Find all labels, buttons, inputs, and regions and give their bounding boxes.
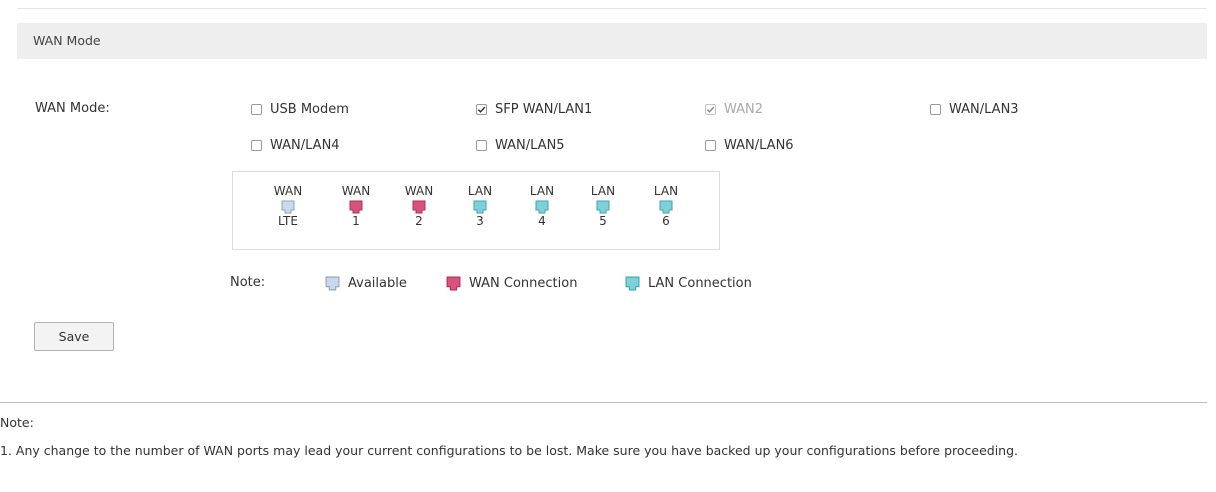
- checkbox-wan-lan5[interactable]: [476, 139, 487, 151]
- panel-header: WAN Mode: [17, 23, 1207, 59]
- note-divider: [0, 402, 1207, 403]
- wan-mode-label: WAN Mode:: [35, 101, 110, 116]
- port-status-diagram: WAN LTE WAN 1 WAN 2 LAN 3 LAN 4 LAN 5 LA…: [232, 171, 720, 250]
- port-type-label: LAN: [529, 184, 555, 198]
- option-label-wan-lan3: WAN/LAN3: [949, 101, 1019, 117]
- port-type-label: WAN: [404, 184, 434, 198]
- ethernet-port-lan-icon: [473, 200, 487, 214]
- port-4: LAN 4: [522, 185, 562, 228]
- ethernet-port-lan-icon: [659, 200, 673, 214]
- port-number-label: LTE: [278, 214, 298, 228]
- port-type-label: LAN: [467, 184, 493, 198]
- option-wan-lan4[interactable]: WAN/LAN4: [251, 137, 340, 153]
- checkbox-wan-lan6[interactable]: [705, 139, 716, 151]
- port-number-label: 1: [352, 214, 360, 228]
- checkbox-wan-lan4[interactable]: [251, 139, 262, 151]
- checkbox-wan-lan3[interactable]: [930, 103, 941, 115]
- ethernet-port-lan-icon: [535, 200, 549, 214]
- checkbox-wan2: [705, 103, 716, 115]
- legend-available-label: Available: [348, 275, 407, 291]
- option-label-wan-lan4: WAN/LAN4: [270, 137, 340, 153]
- legend-lan: LAN Connection: [625, 274, 752, 292]
- port-number-label: 6: [662, 214, 670, 228]
- ethernet-port-lan-icon: [596, 200, 610, 214]
- option-label-usb-modem: USB Modem: [270, 101, 349, 117]
- option-label-wan2: WAN2: [724, 101, 764, 117]
- legend-available: Available: [325, 274, 407, 292]
- legend-wan: WAN Connection: [446, 274, 577, 292]
- port-type-label: WAN: [341, 184, 371, 198]
- port-6: LAN 6: [646, 185, 686, 228]
- port-lan-legend-icon: [625, 276, 640, 290]
- option-label-wan-lan6: WAN/LAN6: [724, 137, 794, 153]
- option-usb-modem[interactable]: USB Modem: [251, 101, 349, 117]
- port-3: LAN 3: [460, 185, 500, 228]
- port-5: LAN 5: [583, 185, 623, 228]
- port-available-legend-icon: [325, 276, 340, 290]
- panel-title: WAN Mode: [33, 33, 101, 48]
- wan-mode-panel: WAN Mode WAN Mode: USB Modem SFP WAN/LAN…: [17, 8, 1207, 396]
- legend-wan-label: WAN Connection: [469, 275, 578, 291]
- port-2: WAN 2: [399, 185, 439, 228]
- checkbox-sfp-wan-lan1[interactable]: [476, 103, 487, 115]
- ethernet-port-wan-icon: [412, 200, 426, 214]
- port-type-label: LAN: [590, 184, 616, 198]
- port-number-label: 3: [476, 214, 484, 228]
- ethernet-port-wan-icon: [349, 200, 363, 214]
- option-label-wan-lan5: WAN/LAN5: [495, 137, 565, 153]
- save-button[interactable]: Save: [34, 322, 114, 351]
- option-sfp-wan-lan1[interactable]: SFP WAN/LAN1: [476, 101, 592, 117]
- option-wan-lan5[interactable]: WAN/LAN5: [476, 137, 565, 153]
- port-1: WAN 1: [336, 185, 376, 228]
- port-type-label: WAN: [273, 184, 303, 198]
- option-wan2: WAN2: [705, 101, 763, 117]
- option-wan-lan3[interactable]: WAN/LAN3: [930, 101, 1019, 117]
- legend-note-label: Note:: [230, 275, 266, 290]
- port-type-label: LAN: [653, 184, 679, 198]
- port-number-label: 2: [415, 214, 423, 228]
- port-number-label: 4: [538, 214, 546, 228]
- port-wan-legend-icon: [446, 276, 461, 290]
- port-lte: WAN LTE: [268, 185, 308, 228]
- option-wan-lan6[interactable]: WAN/LAN6: [705, 137, 794, 153]
- note-line-1: 1. Any change to the number of WAN ports…: [0, 443, 1019, 458]
- option-label-sfp-wan-lan1: SFP WAN/LAN1: [495, 101, 593, 117]
- note-title: Note:: [0, 415, 34, 430]
- legend-lan-label: LAN Connection: [648, 275, 752, 291]
- port-number-label: 5: [599, 214, 607, 228]
- ethernet-port-available-icon: [281, 200, 295, 214]
- checkbox-usb-modem[interactable]: [251, 103, 262, 115]
